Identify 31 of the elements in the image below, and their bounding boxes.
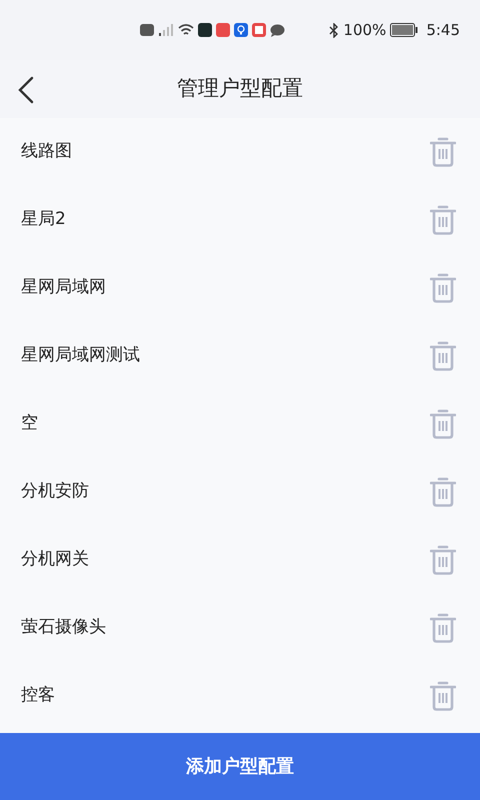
item-name: 空 xyxy=(21,412,38,436)
delete-icon[interactable] xyxy=(430,477,456,507)
item-name: 萤石摄像头 xyxy=(21,616,106,640)
battery-text: 100% xyxy=(343,20,386,41)
delete-icon[interactable] xyxy=(430,545,456,575)
delete-icon[interactable] xyxy=(430,137,456,167)
item-name: 线路图 xyxy=(21,140,72,164)
app-icon xyxy=(216,23,230,37)
item-name: 星网局域网测试 xyxy=(21,344,140,368)
item-name: 分机安防 xyxy=(21,480,89,504)
delete-icon[interactable] xyxy=(430,205,456,235)
book-icon xyxy=(252,23,266,37)
page-title: 管理户型配置 xyxy=(177,75,303,102)
delete-icon[interactable] xyxy=(430,613,456,643)
clock-time: 5:45 xyxy=(426,20,460,41)
wifi-icon xyxy=(178,24,194,36)
bulb-icon xyxy=(234,23,248,37)
item-name: 控客 xyxy=(21,684,55,708)
delete-icon[interactable] xyxy=(430,341,456,371)
app-icon xyxy=(198,23,212,37)
delete-icon[interactable] xyxy=(430,409,456,439)
add-button[interactable]: 添加户型配置 xyxy=(0,733,480,800)
delete-icon[interactable] xyxy=(430,273,456,303)
item-name: 星网局域网 xyxy=(21,276,106,300)
battery-icon xyxy=(390,23,418,37)
bluetooth-icon xyxy=(329,22,340,38)
signal-icon xyxy=(158,24,174,36)
item-name: 星局2 xyxy=(21,208,66,232)
chat-icon xyxy=(270,24,285,36)
item-name: 分机网关 xyxy=(21,548,89,572)
delete-icon[interactable] xyxy=(430,681,456,711)
